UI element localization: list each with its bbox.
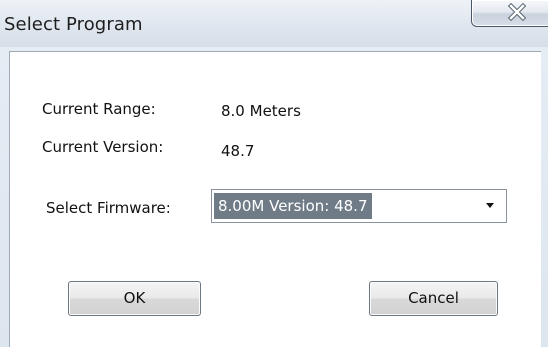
current-version-value: 48.7 bbox=[221, 142, 255, 160]
current-range-label: Current Range: bbox=[42, 100, 156, 118]
close-icon bbox=[507, 2, 527, 22]
current-version-label: Current Version: bbox=[42, 138, 164, 156]
close-button[interactable] bbox=[471, 0, 548, 27]
dialog-window: Select Program Current Range: 8.0 Meters… bbox=[0, 0, 548, 347]
title-bar[interactable]: Select Program bbox=[0, 0, 548, 47]
select-firmware-label: Select Firmware: bbox=[46, 199, 171, 217]
firmware-select[interactable]: 8.00M Version: 48.7 bbox=[211, 189, 507, 223]
firmware-selected-value: 8.00M Version: 48.7 bbox=[214, 193, 372, 219]
current-range-value: 8.0 Meters bbox=[221, 102, 301, 120]
ok-button[interactable]: OK bbox=[68, 281, 201, 316]
cancel-button[interactable]: Cancel bbox=[369, 281, 498, 316]
window-title: Select Program bbox=[4, 14, 143, 35]
chevron-down-icon[interactable] bbox=[486, 203, 494, 208]
